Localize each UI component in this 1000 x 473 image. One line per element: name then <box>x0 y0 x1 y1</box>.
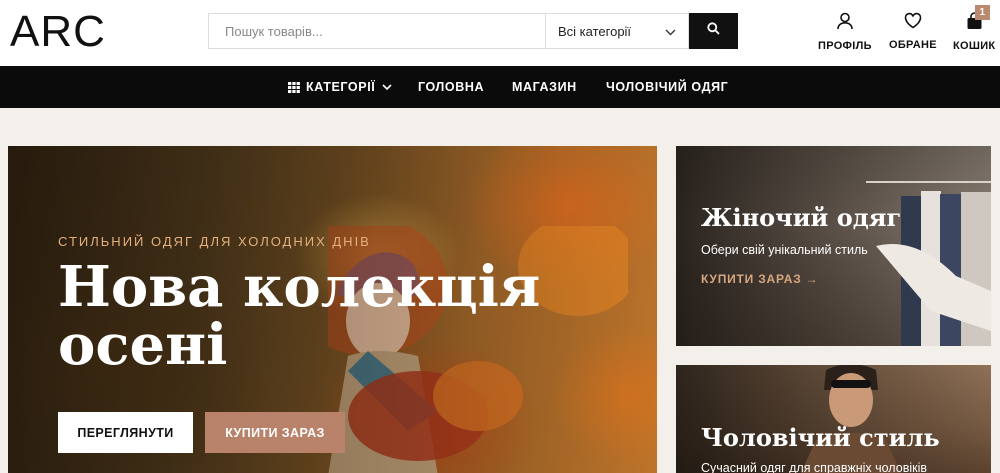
wishlist-link[interactable]: ОБРАНЕ <box>889 12 937 51</box>
clothing-rack-image <box>866 181 991 346</box>
hero-banner: СТИЛЬНИЙ ОДЯГ ДЛЯ ХОЛОДНИХ ДНІВ Нова кол… <box>8 146 657 473</box>
nav-item-mens-clothing[interactable]: ЧОЛОВІЧИЙ ОДЯГ <box>606 66 728 108</box>
wishlist-label: ОБРАНЕ <box>889 39 937 51</box>
cart-count-badge: 1 <box>974 5 990 20</box>
heart-icon <box>904 12 922 34</box>
women-card-title: Жіночий одяг <box>701 203 902 232</box>
hero-eyebrow: СТИЛЬНИЙ ОДЯГ ДЛЯ ХОЛОДНИХ ДНІВ <box>58 234 371 249</box>
men-card-subtitle: Сучасний одяг для справжніх чоловіків <box>701 461 928 473</box>
search-input[interactable] <box>208 13 545 49</box>
women-clothing-card[interactable]: Жіночий одяг Обери свій унікальний стиль… <box>676 146 991 346</box>
hero-title: Нова колекція осені <box>58 254 541 378</box>
men-style-card[interactable]: Чоловічий стиль Сучасний одяг для справж… <box>676 365 991 473</box>
search-button[interactable] <box>689 13 738 49</box>
men-card-title: Чоловічий стиль <box>701 423 940 452</box>
site-logo[interactable]: ARC <box>10 10 106 54</box>
buy-now-button[interactable]: КУПИТИ ЗАРАЗ <box>205 412 345 453</box>
user-icon <box>836 12 854 35</box>
category-select-value: Всі категорії <box>558 23 632 39</box>
nav-categories-label: КАТЕГОРІЇ <box>306 80 376 94</box>
nav-item-home[interactable]: ГОЛОВНА <box>418 66 484 108</box>
male-model-image <box>801 365 901 473</box>
site-header: ARC Всі категорії ПРОФІЛЬ ОБРАНЕ 1 <box>0 0 1000 66</box>
grid-icon <box>288 81 300 93</box>
view-collection-button[interactable]: ПЕРЕГЛЯНУТИ <box>58 412 193 453</box>
women-card-subtitle: Обери свій унікальний стиль <box>701 243 868 257</box>
search-icon <box>707 22 720 40</box>
search-bar: Всі категорії <box>208 13 738 49</box>
main-nav: КАТЕГОРІЇ ГОЛОВНА МАГАЗИН ЧОЛОВІЧИЙ ОДЯГ <box>0 66 1000 108</box>
profile-link[interactable]: ПРОФІЛЬ <box>818 12 872 52</box>
chevron-down-icon <box>665 24 676 39</box>
nav-categories[interactable]: КАТЕГОРІЇ <box>288 66 392 108</box>
cart-icon: 1 <box>966 5 990 35</box>
women-card-buy-link[interactable]: КУПИТИ ЗАРАЗ → <box>701 272 818 286</box>
nav-item-shop[interactable]: МАГАЗИН <box>512 66 577 108</box>
category-select[interactable]: Всі категорії <box>545 13 689 49</box>
cart-link[interactable]: 1 КОШИК <box>953 5 996 52</box>
chevron-down-icon <box>382 83 392 91</box>
cart-label: КОШИК <box>953 40 996 52</box>
profile-label: ПРОФІЛЬ <box>818 40 872 52</box>
